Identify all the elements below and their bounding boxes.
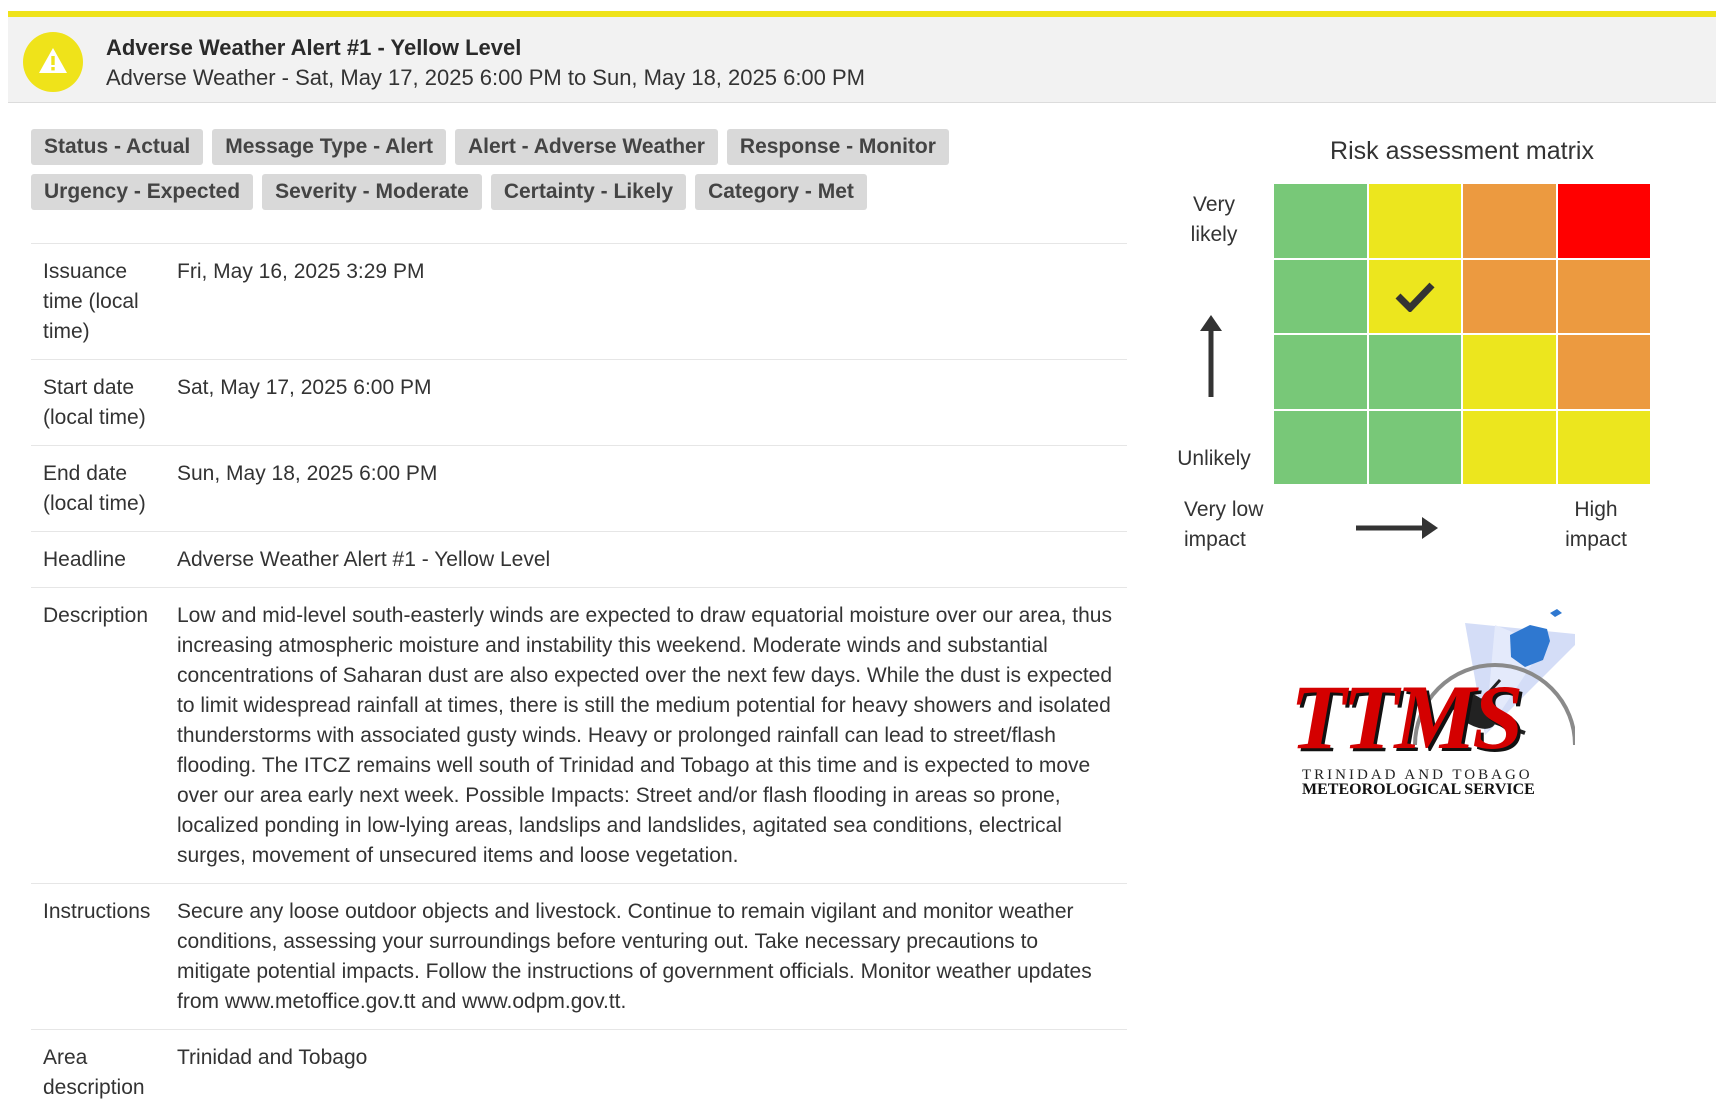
row-value: Fri, May 16, 2025 3:29 PM: [177, 244, 1127, 360]
row-label: Area description: [31, 1030, 177, 1115]
table-row: Issuance time (local time) Fri, May 16, …: [31, 244, 1127, 360]
risk-matrix-cell: [1274, 411, 1367, 485]
risk-matrix-cell: [1369, 411, 1462, 485]
x-axis-left-label: Very low impact: [1184, 495, 1276, 555]
row-label: Headline: [31, 532, 177, 588]
row-value: Sat, May 17, 2025 6:00 PM: [177, 360, 1127, 446]
risk-matrix-cell: [1274, 260, 1367, 334]
risk-matrix-cell: [1558, 411, 1651, 485]
row-label: Issuance time (local time): [31, 244, 177, 360]
risk-matrix-cell: [1369, 260, 1462, 334]
risk-matrix-cell: [1558, 184, 1651, 258]
tag-response: Response - Monitor: [727, 129, 949, 165]
row-value: Secure any loose outdoor objects and liv…: [177, 884, 1127, 1030]
table-row: Area description Trinidad and Tobago: [31, 1030, 1127, 1115]
tag-urgency: Urgency - Expected: [31, 174, 253, 210]
risk-matrix-title: Risk assessment matrix: [1272, 137, 1652, 166]
row-label: End date (local time): [31, 446, 177, 532]
table-row: Description Low and mid-level south-east…: [31, 588, 1127, 884]
table-row: Start date (local time) Sat, May 17, 202…: [31, 360, 1127, 446]
table-row: End date (local time) Sun, May 18, 2025 …: [31, 446, 1127, 532]
x-axis-right-label: High impact: [1560, 495, 1632, 555]
row-value: Low and mid-level south-easterly winds a…: [177, 588, 1127, 884]
risk-matrix-cell: [1274, 335, 1367, 409]
row-label: Start date (local time): [31, 360, 177, 446]
risk-matrix-grid: [1274, 184, 1650, 484]
row-label: Instructions: [31, 884, 177, 1030]
tag-row: Urgency - Expected Severity - Moderate C…: [31, 174, 1131, 210]
alert-header: Adverse Weather Alert #1 - Yellow Level …: [8, 11, 1716, 103]
risk-matrix-cell: [1463, 411, 1556, 485]
table-row: Instructions Secure any loose outdoor ob…: [31, 884, 1127, 1030]
ttms-logo: TTMS TRINIDAD AND TOBAGO METEOROLOGICAL …: [1285, 605, 1575, 805]
risk-matrix-cell: [1463, 184, 1556, 258]
y-axis-bottom-label: Unlikely: [1162, 444, 1266, 474]
risk-matrix-cell: [1369, 335, 1462, 409]
row-value: Sun, May 18, 2025 6:00 PM: [177, 446, 1127, 532]
logo-line2: METEOROLOGICAL SERVICE: [1302, 781, 1535, 799]
tag-alert: Alert - Adverse Weather: [455, 129, 718, 165]
tag-row: Status - Actual Message Type - Alert Ale…: [31, 129, 1131, 165]
table-row: Headline Adverse Weather Alert #1 - Yell…: [31, 532, 1127, 588]
logo-wordmark: TTMS: [1290, 671, 1519, 763]
alert-tags: Status - Actual Message Type - Alert Ale…: [31, 129, 1131, 219]
risk-matrix-cell: [1369, 184, 1462, 258]
alert-details-table: Issuance time (local time) Fri, May 16, …: [31, 243, 1127, 1115]
y-axis-top-label: Very likely: [1170, 190, 1258, 250]
tag-status: Status - Actual: [31, 129, 203, 165]
tag-severity: Severity - Moderate: [262, 174, 482, 210]
arrow-up-icon: [1196, 315, 1226, 400]
row-value: Trinidad and Tobago: [177, 1030, 1127, 1115]
row-label: Description: [31, 588, 177, 884]
risk-matrix-cell: [1558, 260, 1651, 334]
alert-title: Adverse Weather Alert #1 - Yellow Level: [106, 35, 521, 61]
risk-matrix-cell: [1274, 184, 1367, 258]
risk-matrix-cell: [1463, 260, 1556, 334]
row-value: Adverse Weather Alert #1 - Yellow Level: [177, 532, 1127, 588]
tag-message-type: Message Type - Alert: [212, 129, 446, 165]
tag-category: Category - Met: [695, 174, 867, 210]
warning-triangle-icon: [23, 32, 83, 92]
arrow-right-icon: [1356, 513, 1438, 543]
risk-matrix-cell: [1558, 335, 1651, 409]
risk-matrix-cell: [1463, 335, 1556, 409]
alert-subtitle: Adverse Weather - Sat, May 17, 2025 6:00…: [106, 65, 865, 91]
tag-certainty: Certainty - Likely: [491, 174, 686, 210]
checkmark-icon: [1395, 280, 1435, 312]
